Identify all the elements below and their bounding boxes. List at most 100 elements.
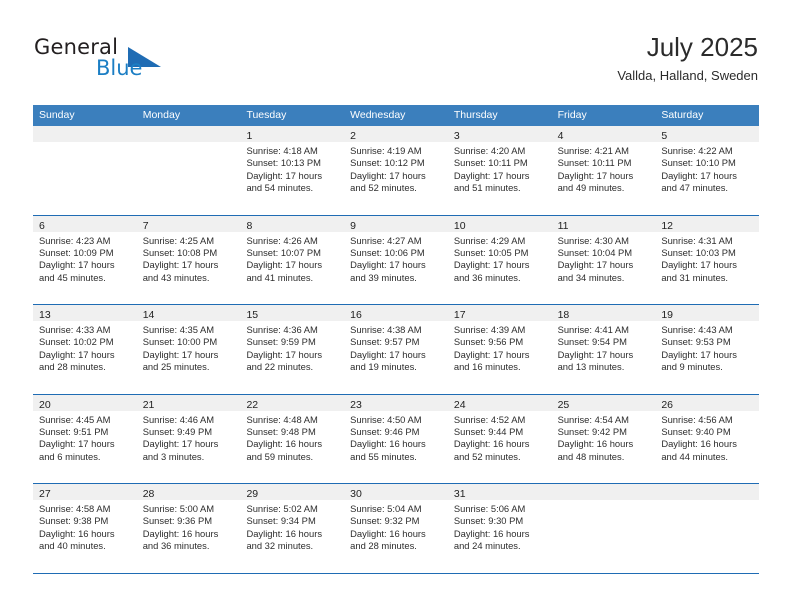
day-info-line: Daylight: 17 hours xyxy=(557,348,634,360)
calendar-day-cell[interactable]: 19 Sunrise: 4:43 AM Sunset: 9:53 PM Dayligh… xyxy=(655,305,760,394)
day-number: 1 xyxy=(246,130,253,142)
day-info-line: and 52 minutes. xyxy=(350,182,417,194)
day-info-line: and 49 minutes. xyxy=(557,182,625,194)
day-number: 20 xyxy=(39,398,51,411)
day-info-line: and 36 minutes. xyxy=(453,271,521,283)
calendar-day-cell[interactable]: 7 Sunrise: 4:25 AM Sunset: 10:08 PM Dayligh… xyxy=(136,215,241,304)
day-info-line: Sunrise: 5:06 AM xyxy=(453,503,526,514)
calendar-day-cell[interactable]: 17 Sunrise: 4:39 AM Sunset: 9:56 PM Dayligh… xyxy=(447,305,552,394)
calendar-day-cell[interactable]: 13 Sunrise: 4:33 AM Sunset: 10:02 PM Daylig… xyxy=(33,305,137,394)
day-info-line: Sunset: 9:46 PM xyxy=(350,425,420,437)
calendar-day-cell[interactable]: 22 Sunrise: 4:48 AM Sunset: 9:48 PM Dayligh… xyxy=(240,394,345,483)
day-sun-info: Sunrise: 4:33 AM Sunset: 10:02 PM Daylight… xyxy=(33,321,137,374)
day-info-line: and 44 minutes. xyxy=(661,450,729,462)
day-number-band: 4 xyxy=(551,126,656,142)
calendar-day-cell[interactable]: 31 Sunrise: 5:06 AM Sunset: 9:30 PM Dayligh… xyxy=(447,484,552,573)
day-number-band: 19 xyxy=(655,305,760,321)
day-info-line: Sunset: 9:30 PM xyxy=(453,515,524,527)
calendar-week-row: 20 Sunrise: 4:45 AM Sunset: 9:51 PM Dayligh… xyxy=(33,394,760,484)
calendar-day-cell[interactable]: 21 Sunrise: 4:46 AM Sunset: 9:49 PM Dayligh… xyxy=(136,394,241,483)
day-info-line: Daylight: 17 hours xyxy=(142,259,219,271)
day-number-band: 8 xyxy=(240,215,345,232)
day-info-line: Sunrise: 4:45 AM xyxy=(39,413,111,425)
day-info-line: Daylight: 17 hours xyxy=(350,169,426,181)
day-info-line: Sunset: 10:03 PM xyxy=(661,246,736,258)
calendar-day-cell[interactable]: 2 Sunrise: 4:19 AM Sunset: 10:12 PM Dayligh… xyxy=(344,126,448,215)
day-info-line: Daylight: 17 hours xyxy=(39,259,115,271)
day-number-band xyxy=(136,126,241,142)
day-info-line: Sunset: 10:12 PM xyxy=(350,157,425,169)
calendar-day-cell[interactable]: 10 Sunrise: 4:29 AM Sunset: 10:05 PM Daylig… xyxy=(447,215,552,304)
day-info-line: and 47 minutes. xyxy=(661,182,729,194)
day-info-line: and 9 minutes. xyxy=(661,361,723,373)
calendar-day-cell[interactable]: 16 Sunrise: 4:38 AM Sunset: 9:57 PM Dayligh… xyxy=(344,305,448,394)
day-info-line: Sunset: 10:04 PM xyxy=(557,246,633,258)
page-header: General Blue July 2025 Vallda, Halland, … xyxy=(34,30,758,92)
logo-text-blue: Blue xyxy=(96,56,143,80)
calendar-day-cell[interactable]: 26 Sunrise: 4:56 AM Sunset: 9:40 PM Dayligh… xyxy=(655,394,760,483)
weekday-header-saturday: Saturday xyxy=(661,109,704,121)
calendar-day-cell[interactable]: 25 Sunrise: 4:54 AM Sunset: 9:42 PM Dayligh… xyxy=(551,394,656,483)
day-info-line: Sunset: 10:00 PM xyxy=(142,336,218,348)
calendar-day-cell[interactable]: 15 Sunrise: 4:36 AM Sunset: 9:59 PM Dayligh… xyxy=(240,305,345,394)
day-info-line: and 41 minutes. xyxy=(246,271,314,283)
calendar-day-cell[interactable]: 3 Sunrise: 4:20 AM Sunset: 10:11 PM Dayligh… xyxy=(447,126,552,215)
day-sun-info: Sunrise: 4:30 AM Sunset: 10:04 PM Daylight… xyxy=(552,232,656,285)
day-info-line: Sunrise: 4:36 AM xyxy=(246,324,318,335)
day-info-line: and 59 minutes. xyxy=(246,450,314,462)
day-info-line: Sunrise: 4:41 AM xyxy=(557,324,629,335)
day-info-line: Daylight: 17 hours xyxy=(246,169,323,181)
day-sun-info: Sunrise: 4:23 AM Sunset: 10:09 PM Daylight… xyxy=(33,232,137,285)
calendar-day-cell[interactable]: 5 Sunrise: 4:22 AM Sunset: 10:10 PM Dayligh… xyxy=(655,126,760,215)
calendar-day-cell[interactable]: 12 Sunrise: 4:31 AM Sunset: 10:03 PM Daylig… xyxy=(655,215,760,304)
calendar-day-cell[interactable]: 1 Sunrise: 4:18 AM Sunset: 10:13 PM Dayligh… xyxy=(240,126,345,215)
calendar-day-cell[interactable]: 24 Sunrise: 4:52 AM Sunset: 9:44 PM Dayligh… xyxy=(447,394,552,483)
calendar-day-cell[interactable]: 28 Sunrise: 5:00 AM Sunset: 9:36 PM Dayligh… xyxy=(136,484,241,573)
calendar-day-cell[interactable]: 14 Sunrise: 4:35 AM Sunset: 10:00 PM Daylig… xyxy=(136,305,241,394)
calendar-day-cell[interactable]: 20 Sunrise: 4:45 AM Sunset: 9:51 PM Dayligh… xyxy=(33,394,137,483)
day-info-line: Daylight: 17 hours xyxy=(661,348,737,360)
day-number-band: 5 xyxy=(655,126,760,142)
day-number: 27 xyxy=(39,488,51,500)
calendar-day-cell[interactable]: 27 Sunrise: 4:58 AM Sunset: 9:38 PM Dayligh… xyxy=(33,484,137,573)
day-number: 29 xyxy=(246,488,259,500)
day-number: 10 xyxy=(453,219,466,232)
day-number-band: 23 xyxy=(344,394,448,411)
day-sun-info: Sunrise: 4:38 AM Sunset: 9:57 PM Daylight:… xyxy=(344,321,448,374)
day-info-line: and 24 minutes. xyxy=(453,540,521,552)
calendar-day-cell[interactable]: 18 Sunrise: 4:41 AM Sunset: 9:54 PM Dayligh… xyxy=(551,305,656,394)
day-number-band: 7 xyxy=(136,215,241,232)
day-info-line: Sunset: 9:56 PM xyxy=(453,336,524,348)
day-number: 6 xyxy=(39,219,45,232)
calendar-day-cell[interactable]: 6 Sunrise: 4:23 AM Sunset: 10:09 PM Dayligh… xyxy=(33,215,137,304)
weekday-header-wednesday: Wednesday xyxy=(350,109,406,121)
day-info-line: Daylight: 17 hours xyxy=(39,348,115,360)
day-info-line: Daylight: 16 hours xyxy=(453,438,530,450)
day-number: 5 xyxy=(661,130,668,142)
day-info-line: Daylight: 17 hours xyxy=(557,259,634,271)
weekday-header-tuesday: Tuesday xyxy=(246,109,287,121)
day-info-line: and 13 minutes. xyxy=(557,361,625,373)
calendar-day-cell[interactable]: 23 Sunrise: 4:50 AM Sunset: 9:46 PM Dayligh… xyxy=(344,394,448,483)
day-info-line: Sunset: 10:06 PM xyxy=(350,246,425,258)
day-number: 24 xyxy=(453,398,466,411)
day-number-band: 27 xyxy=(33,484,137,500)
day-number-band: 16 xyxy=(344,305,448,321)
day-info-line: Sunrise: 4:54 AM xyxy=(557,413,629,425)
day-info-line: Sunrise: 4:21 AM xyxy=(557,145,629,156)
calendar-day-cell[interactable]: 8 Sunrise: 4:26 AM Sunset: 10:07 PM Dayligh… xyxy=(240,215,345,304)
day-number: 18 xyxy=(557,309,570,321)
day-info-line: Sunrise: 4:22 AM xyxy=(661,145,733,156)
calendar-day-cell[interactable]: 9 Sunrise: 4:27 AM Sunset: 10:06 PM Dayligh… xyxy=(344,215,448,304)
day-info-line: Sunset: 9:53 PM xyxy=(661,336,731,348)
day-number-band: 1 xyxy=(240,126,345,142)
day-number: 11 xyxy=(557,219,569,232)
day-info-line: Sunset: 9:40 PM xyxy=(661,425,731,437)
calendar-day-cell[interactable]: 4 Sunrise: 4:21 AM Sunset: 10:11 PM Dayligh… xyxy=(551,126,656,215)
day-info-line: Sunrise: 5:02 AM xyxy=(246,503,318,514)
calendar-day-cell[interactable]: 30 Sunrise: 5:04 AM Sunset: 9:32 PM Dayligh… xyxy=(344,484,448,573)
day-info-line: Sunset: 10:09 PM xyxy=(39,246,114,258)
calendar-day-cell[interactable]: 11 Sunrise: 4:30 AM Sunset: 10:04 PM Daylig… xyxy=(551,215,656,304)
calendar-day-cell[interactable]: 29 Sunrise: 5:02 AM Sunset: 9:34 PM Dayligh… xyxy=(240,484,345,573)
day-info-line: Sunset: 9:36 PM xyxy=(142,515,213,527)
